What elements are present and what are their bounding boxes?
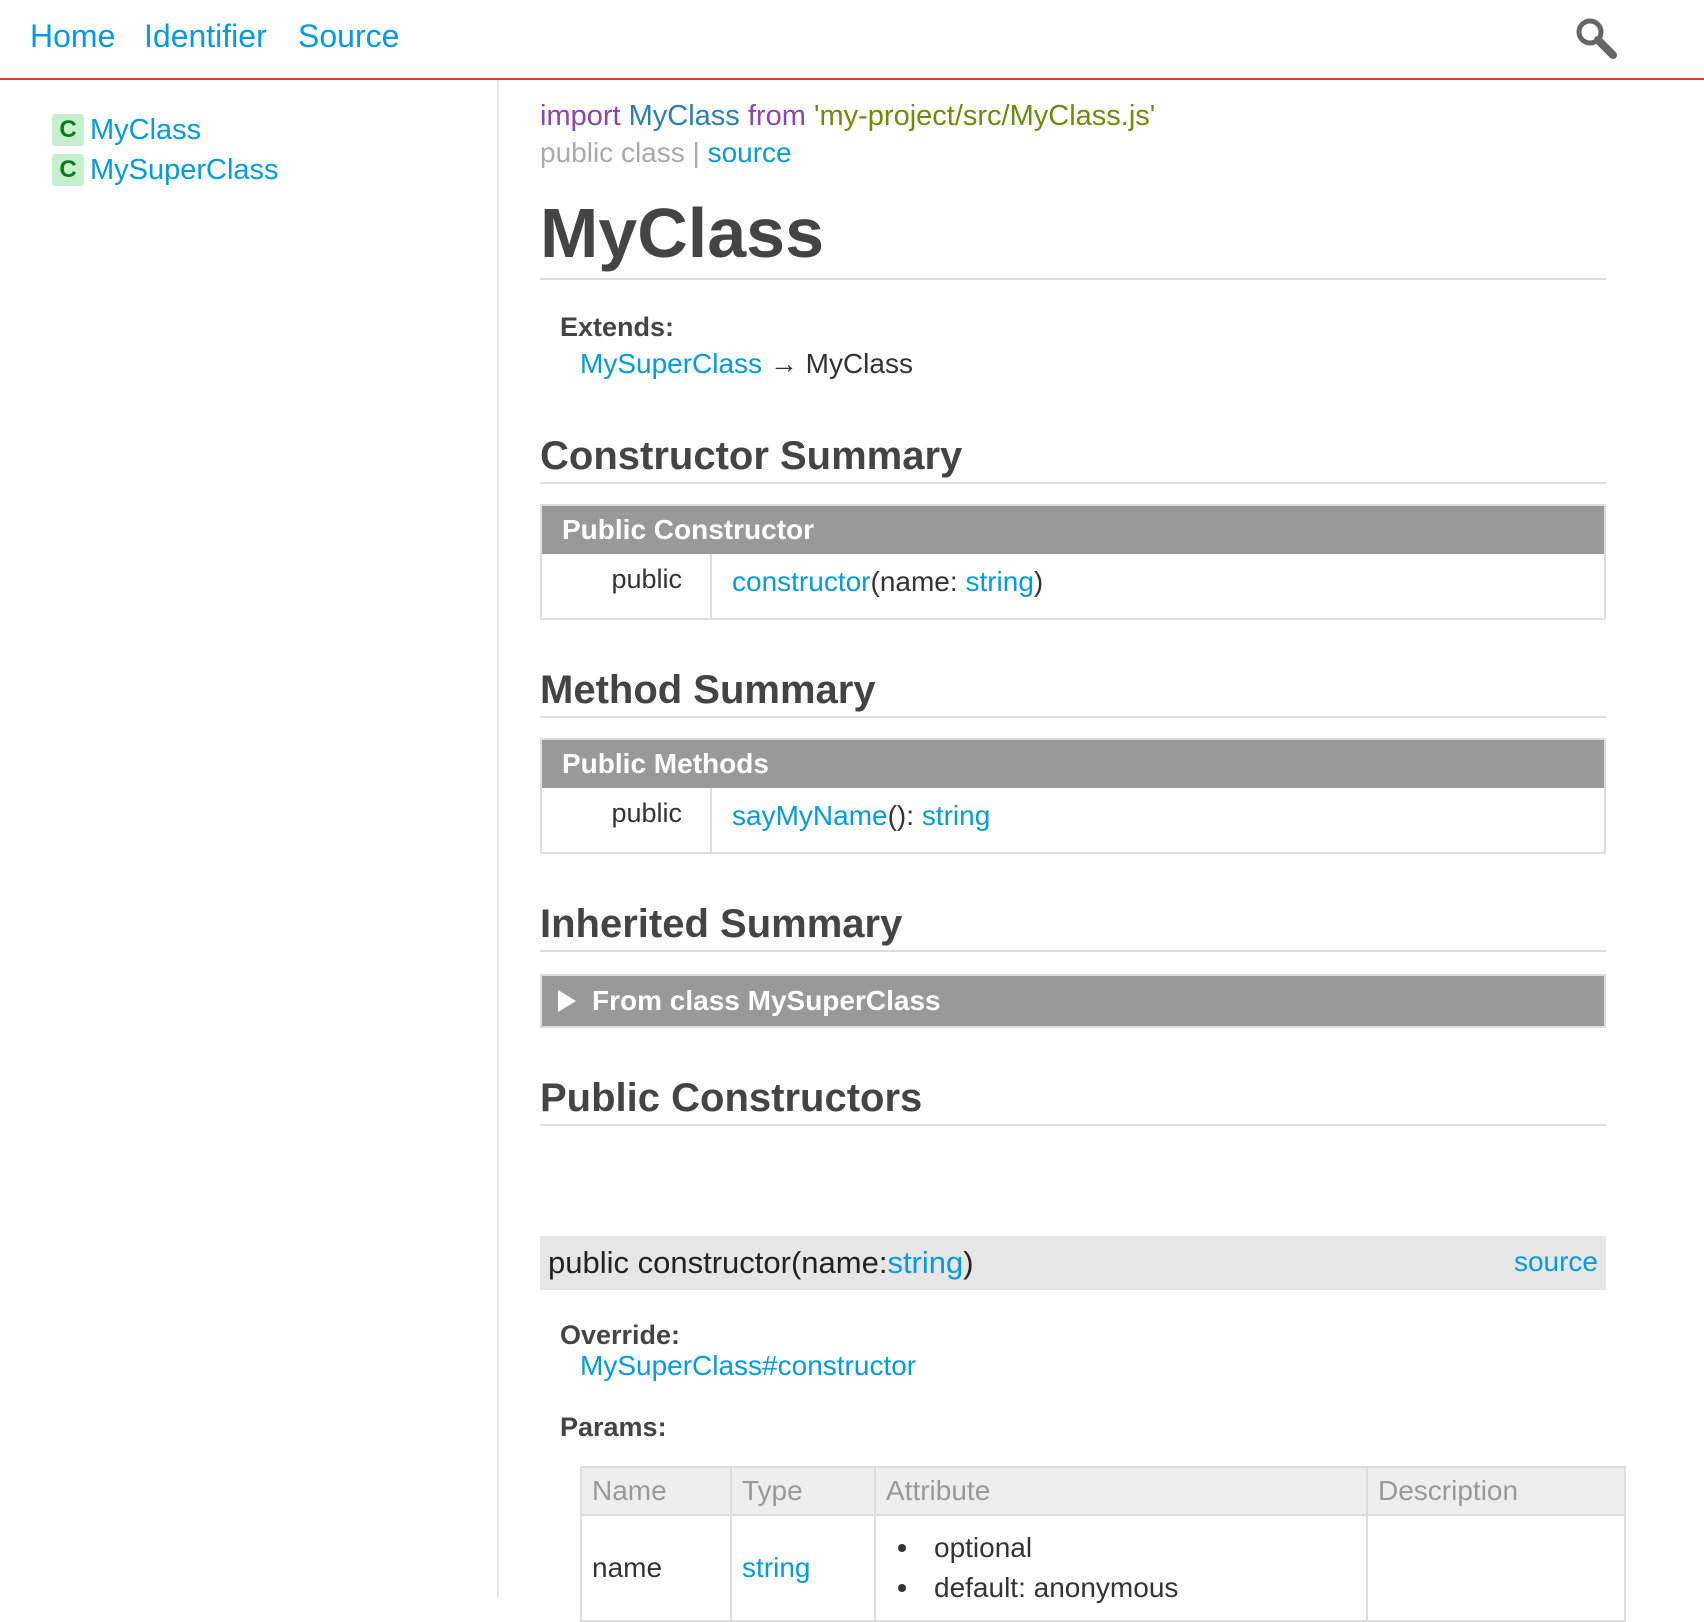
sidebar: C MyClass C MySuperClass [0, 80, 499, 1598]
class-kind-badge: C [52, 154, 84, 186]
class-source-link[interactable]: source [708, 137, 792, 168]
table-row: public constructor(name: string) [542, 554, 1604, 618]
public-constructors-heading: Public Constructors [540, 1078, 1606, 1126]
extends-parent-link[interactable]: MySuperClass [580, 348, 762, 379]
param-type-link[interactable]: string [965, 566, 1033, 597]
access-text: public class [540, 137, 685, 168]
signature-cell: constructor(name: string) [712, 554, 1043, 618]
param-description-cell [1366, 1514, 1626, 1622]
from-keyword: from [747, 100, 806, 132]
import-name: MyClass [628, 100, 740, 132]
nav-source-link[interactable]: Source [298, 18, 399, 55]
table-row: public sayMyName(): string [542, 788, 1604, 852]
summary-table-header: Public Constructor [542, 506, 1604, 554]
extends-self: MyClass [805, 348, 913, 379]
constructor-detail-signature: public constructor(name: string) source [540, 1236, 1606, 1290]
param-name-cell: name [580, 1514, 732, 1622]
param-type-link[interactable]: string [742, 1552, 810, 1583]
column-header-name: Name [580, 1466, 732, 1516]
column-header-attribute: Attribute [874, 1466, 1368, 1516]
access-line: public class | source [540, 137, 792, 169]
extends-chain: MySuperClass → MyClass [580, 348, 913, 380]
import-keyword: import [540, 100, 621, 132]
column-header-type: Type [730, 1466, 876, 1516]
import-statement: import MyClass from 'my-project/src/MyCl… [540, 100, 1155, 133]
search-icon[interactable] [1572, 14, 1620, 62]
expand-triangle-icon [558, 990, 576, 1012]
param-type-link[interactable]: string [887, 1245, 963, 1281]
access-cell: public [542, 554, 712, 618]
summary-table-header: Public Methods [542, 740, 1604, 788]
arrow-icon: → [769, 348, 798, 379]
inherited-label: From class MySuperClass [592, 985, 941, 1016]
param-type-cell: string [730, 1514, 876, 1622]
inherited-summary-heading: Inherited Summary [540, 904, 1606, 952]
import-path: 'my-project/src/MyClass.js' [813, 100, 1156, 132]
extends-label: Extends: [560, 312, 675, 342]
constructor-summary-table: Public Constructor public constructor(na… [540, 504, 1606, 620]
list-item: default: anonymous [886, 1568, 1366, 1608]
sidebar-item-myclass[interactable]: C MyClass [52, 112, 201, 148]
inherited-toggle[interactable]: From class MySuperClass [540, 974, 1606, 1028]
method-link[interactable]: sayMyName [732, 800, 888, 831]
attribute-list: optional default: anonymous [886, 1528, 1366, 1608]
method-mid: (): [887, 800, 922, 831]
top-navbar: Home Identifier Source [0, 0, 1704, 80]
params-table: Name Type Attribute Description name str… [580, 1466, 1626, 1622]
constructor-summary-heading: Constructor Summary [540, 436, 1606, 484]
params-close: ) [1033, 566, 1044, 597]
list-item: optional [886, 1528, 1366, 1568]
constructor-source-link[interactable]: source [1514, 1246, 1598, 1278]
nav-home-link[interactable]: Home [30, 18, 115, 55]
sidebar-item-label[interactable]: MySuperClass [90, 154, 279, 187]
override-link[interactable]: MySuperClass#constructor [580, 1350, 916, 1382]
signature-prefix: public constructor(name: [548, 1245, 888, 1280]
params-header-row: Name Type Attribute Description [580, 1466, 1626, 1516]
signature-cell: sayMyName(): string [712, 788, 990, 852]
return-type-link[interactable]: string [922, 800, 990, 831]
class-kind-badge: C [52, 114, 84, 146]
override-label: Override: [560, 1320, 681, 1350]
constructor-link[interactable]: constructor [732, 566, 871, 597]
table-row: name string optional default: anonymous [580, 1514, 1626, 1622]
signature-suffix: ) [963, 1245, 974, 1280]
column-header-description: Description [1366, 1466, 1626, 1516]
method-summary-table: Public Methods public sayMyName(): strin… [540, 738, 1606, 854]
page-title: MyClass [540, 198, 1606, 280]
params-text: (name: [870, 566, 966, 597]
sidebar-item-mysuperclass[interactable]: C MySuperClass [52, 152, 279, 188]
sidebar-item-label[interactable]: MyClass [90, 114, 201, 147]
params-label: Params: [560, 1412, 667, 1442]
param-attribute-cell: optional default: anonymous [874, 1514, 1368, 1622]
nav-identifier-link[interactable]: Identifier [144, 18, 267, 55]
access-cell: public [542, 788, 712, 852]
method-summary-heading: Method Summary [540, 670, 1606, 718]
access-separator: | [692, 137, 700, 168]
